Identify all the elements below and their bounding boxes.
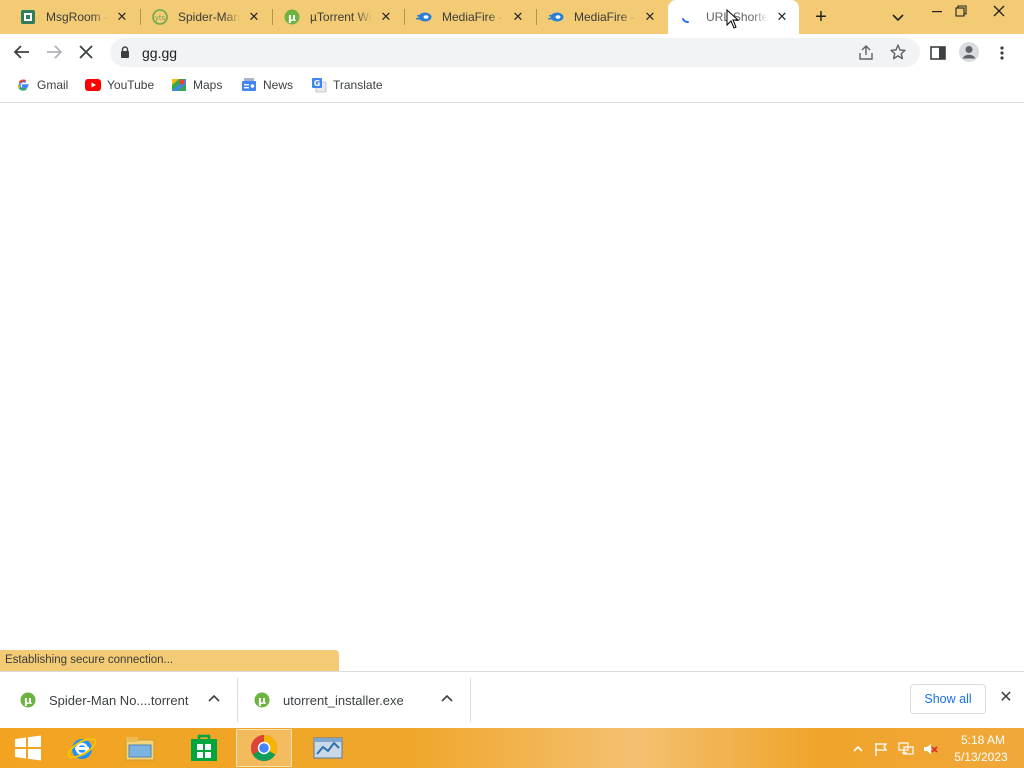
maps-icon <box>171 77 187 93</box>
store-icon[interactable] <box>176 729 232 767</box>
tab-title: MsgRoom - <box>46 10 108 24</box>
svg-text:µ: µ <box>258 694 266 707</box>
utorrent-icon: µ <box>20 692 36 708</box>
restore-button[interactable] <box>947 2 977 20</box>
status-bubble: Establishing secure connection... <box>0 650 339 671</box>
download-item[interactable]: µ Spider-Man No....torrent <box>0 672 236 728</box>
loading-spinner-icon <box>680 9 696 25</box>
svg-text:yts: yts <box>155 14 166 22</box>
bookmark-label: Maps <box>193 78 223 92</box>
address-bar[interactable] <box>110 38 920 67</box>
lock-icon[interactable] <box>118 45 132 59</box>
chevron-up-icon[interactable] <box>440 692 454 706</box>
tab-close-icon[interactable]: ✕ <box>643 10 657 24</box>
download-filename: Spider-Man No....torrent <box>49 692 189 708</box>
show-all-downloads-button[interactable]: Show all <box>910 684 986 714</box>
show-hidden-icons-icon[interactable] <box>850 741 866 757</box>
google-icon <box>15 77 31 93</box>
tab-close-icon[interactable]: ✕ <box>775 10 789 24</box>
tab-mediafire-1[interactable]: MediaFire - ✕ <box>404 0 535 34</box>
back-button[interactable] <box>12 42 32 62</box>
file-explorer-icon[interactable] <box>112 729 168 767</box>
bookmark-label: Translate <box>333 78 383 92</box>
mediafire-icon <box>416 9 432 25</box>
utorrent-icon: µ <box>254 692 270 708</box>
side-panel-icon[interactable] <box>929 44 947 62</box>
bookmark-label: YouTube <box>107 78 155 92</box>
bookmark-youtube[interactable]: YouTube <box>85 76 154 94</box>
page-content <box>0 103 1024 650</box>
tab-title: µTorrent We <box>310 10 372 24</box>
msgroom-icon <box>20 9 36 25</box>
clock-time[interactable]: 5:18 AM <box>955 733 1011 747</box>
bookmark-label: News <box>263 78 294 92</box>
tab-title: Spider-Man <box>178 10 240 24</box>
bookmark-news[interactable]: News <box>241 76 293 94</box>
tab-utorrent[interactable]: µ µTorrent We ✕ <box>272 0 403 34</box>
start-icon[interactable] <box>0 729 56 767</box>
tab-search-chevron-icon[interactable] <box>890 9 906 25</box>
youtube-icon <box>85 77 101 93</box>
yts-icon: yts <box>152 9 168 25</box>
network-icon[interactable] <box>898 741 914 757</box>
chevron-up-icon[interactable] <box>207 692 221 706</box>
svg-text:µ: µ <box>24 694 32 707</box>
new-tab-button[interactable]: + <box>810 6 832 28</box>
tab-close-icon[interactable]: ✕ <box>247 10 261 24</box>
download-divider <box>470 678 471 722</box>
bookmark-translate[interactable]: G Translate <box>311 76 383 94</box>
bookmark-label: Gmail <box>37 78 69 92</box>
tab-close-icon[interactable]: ✕ <box>511 10 525 24</box>
profile-avatar-icon[interactable] <box>958 41 980 63</box>
url-text[interactable]: gg.gg <box>142 45 177 61</box>
share-icon[interactable] <box>857 44 875 62</box>
download-item[interactable]: µ utorrent_installer.exe <box>238 672 470 728</box>
clock-date[interactable]: 5/13/2023 <box>950 750 1012 764</box>
tab-spider-man[interactable]: yts Spider-Man ✕ <box>140 0 271 34</box>
stop-loading-button[interactable] <box>76 42 96 62</box>
action-center-flag-icon[interactable] <box>873 741 889 757</box>
mouse-cursor-icon <box>726 8 740 29</box>
bookmark-star-icon[interactable] <box>889 43 907 61</box>
control-panel-icon[interactable] <box>300 729 356 767</box>
svg-text:µ: µ <box>288 11 296 24</box>
bookmark-gmail[interactable]: Gmail <box>15 76 68 94</box>
translate-icon: G <box>311 77 327 93</box>
tab-close-icon[interactable]: ✕ <box>115 10 129 24</box>
download-filename: utorrent_installer.exe <box>283 692 404 708</box>
tab-title: MediaFire - <box>574 10 635 24</box>
tab-title: MediaFire - <box>442 10 503 24</box>
forward-button[interactable] <box>44 42 64 62</box>
news-icon <box>241 77 257 93</box>
tab-close-icon[interactable]: ✕ <box>379 10 393 24</box>
internet-explorer-icon[interactable] <box>54 729 110 767</box>
tab-msgroom[interactable]: MsgRoom - ✕ <box>8 0 139 34</box>
tab-mediafire-2[interactable]: MediaFire - ✕ <box>536 0 667 34</box>
bookmark-maps[interactable]: Maps <box>171 76 222 94</box>
chrome-icon[interactable] <box>236 729 292 767</box>
volume-muted-icon[interactable] <box>922 741 938 757</box>
mediafire-icon <box>548 9 564 25</box>
chrome-menu-icon[interactable] <box>995 44 1009 62</box>
utorrent-icon: µ <box>284 9 300 25</box>
svg-text:G: G <box>314 79 321 88</box>
close-window-button[interactable] <box>984 2 1014 20</box>
close-download-shelf-icon[interactable]: ✕ <box>996 688 1016 708</box>
